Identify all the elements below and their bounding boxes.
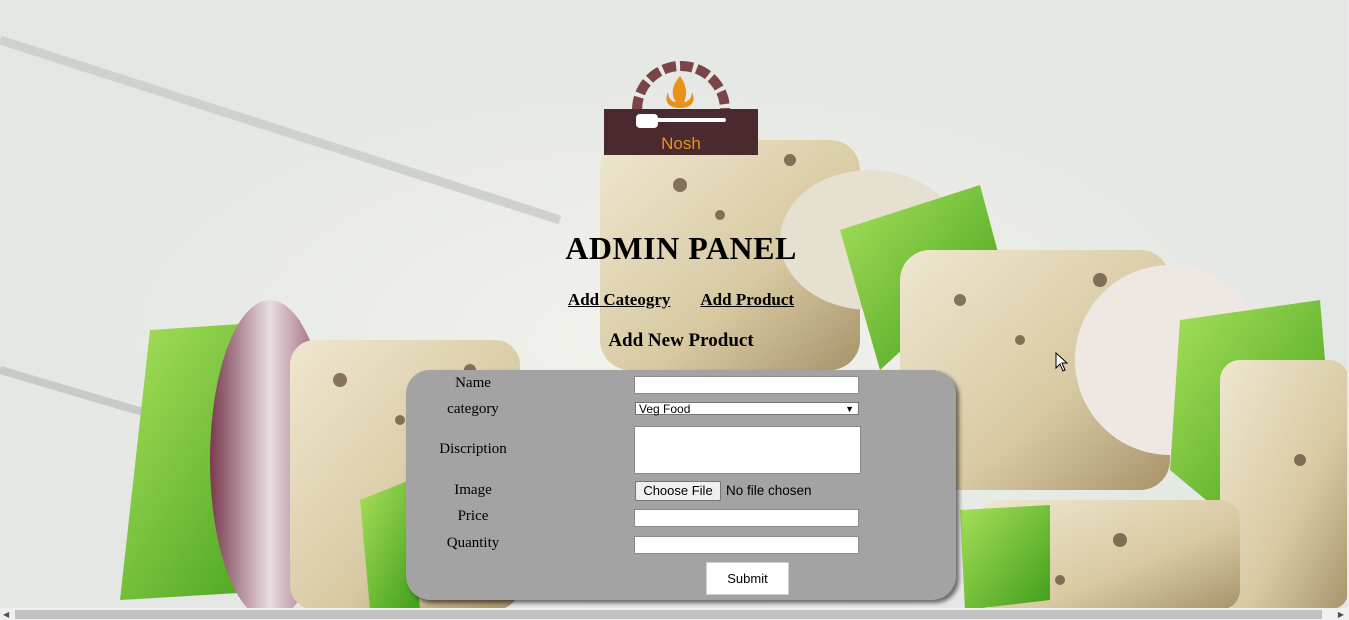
scroll-right-arrow-icon[interactable]: ▶ [1338,610,1344,619]
add-product-form: Name category Veg Food ▼ Discription Ima… [406,370,956,600]
mouse-cursor-icon [1055,352,1069,372]
description-textarea[interactable] [634,426,861,474]
nosh-logo: Nosh [604,61,758,155]
file-status-text: No file chosen [726,483,812,498]
dropdown-arrow-icon: ▼ [845,404,854,414]
category-label: category [447,401,499,417]
price-input[interactable] [634,509,859,527]
scroll-left-arrow-icon[interactable]: ◀ [3,610,9,619]
category-selected-value: Veg Food [639,402,691,416]
price-label: Price [457,508,489,524]
add-product-link[interactable]: Add Product [700,290,794,309]
add-category-link[interactable]: Add Cateogry [568,290,670,309]
page-title: ADMIN PANEL [565,230,797,266]
submit-button[interactable]: Submit [706,562,789,595]
logo-text: Nosh [661,134,701,153]
category-select[interactable]: Veg Food ▼ [635,402,859,415]
choose-file-button[interactable]: Choose File [635,481,721,501]
quantity-input[interactable] [634,536,859,554]
name-label: Name [455,375,491,391]
horizontal-scrollbar[interactable]: ◀ ▶ [0,608,1349,620]
name-input[interactable] [634,376,859,394]
scrollbar-thumb[interactable] [15,610,1322,619]
image-label: Image [454,482,492,498]
form-heading: Add New Product [608,330,754,351]
admin-nav: Add Cateogry Add Product [0,290,1349,310]
description-label: Discription [439,441,507,457]
quantity-label: Quantity [446,535,500,551]
